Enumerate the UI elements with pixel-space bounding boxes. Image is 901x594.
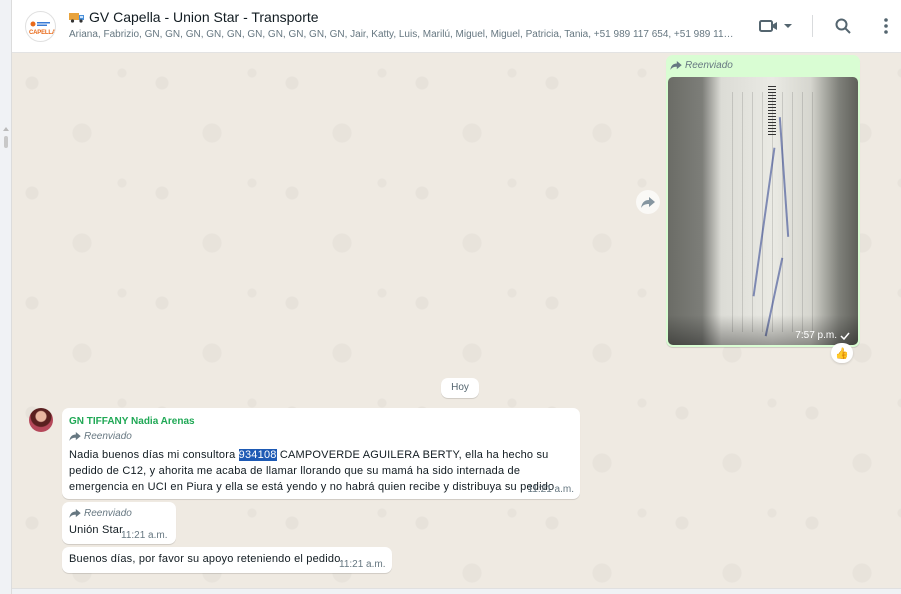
message-text[interactable]: Unión Star <box>69 524 123 536</box>
forwarded-indicator: Reenviado <box>69 431 132 442</box>
truck-icon <box>69 13 84 23</box>
sender-avatar[interactable] <box>29 408 53 432</box>
forwarded-icon <box>69 509 81 518</box>
incoming-message[interactable]: Buenos días, por favor su apoyo retenien… <box>62 547 392 573</box>
header-divider <box>812 15 813 37</box>
search-button[interactable] <box>830 13 856 39</box>
photo-barcode-detail <box>768 85 776 135</box>
participants-list[interactable]: Ariana, Fabrizio, GN, GN, GN, GN, GN, GN… <box>69 29 739 40</box>
menu-icon <box>884 18 888 34</box>
menu-button[interactable] <box>878 13 894 39</box>
forwarded-label: Reenviado <box>685 60 733 71</box>
message-text[interactable]: Nadia buenos días mi consultora 934108 C… <box>69 447 574 495</box>
message-text[interactable]: Buenos días, por favor su apoyo retenien… <box>69 553 344 565</box>
date-divider: Hoy <box>441 378 479 398</box>
incoming-message[interactable]: Reenviado Unión Star 11:21 a.m. <box>62 502 176 544</box>
forwarded-label: Reenviado <box>84 431 132 442</box>
forward-icon <box>641 196 655 208</box>
forwarded-photo[interactable]: 7:57 p.m. <box>668 77 858 345</box>
capella-logo-icon <box>30 21 50 27</box>
forwarded-label: Reenviado <box>84 508 132 519</box>
message-timestamp: 11:21 a.m. <box>527 484 574 495</box>
left-scrollbar[interactable] <box>0 0 12 594</box>
forwarded-indicator: Reenviado <box>69 508 132 519</box>
message-text-start: Nadia buenos días mi consultora <box>69 449 239 461</box>
incoming-message[interactable]: GN TIFFANY Nadia Arenas Reenviado Nadia … <box>62 408 580 499</box>
chat-title-text: GV Capella - Union Star - Transporte <box>89 9 319 25</box>
chat-header[interactable]: CAPELLA GV Capella - Union Star - Transp… <box>12 0 901 53</box>
search-icon <box>835 18 851 34</box>
video-call-button[interactable] <box>758 13 794 39</box>
chat-title[interactable]: GV Capella - Union Star - Transporte <box>69 9 319 25</box>
forward-message-button[interactable] <box>636 190 660 214</box>
outgoing-image-message[interactable]: Reenviado 7:57 p.m. <box>666 55 860 347</box>
group-avatar[interactable]: CAPELLA <box>25 11 56 42</box>
single-check-icon <box>840 332 850 340</box>
reaction-badge[interactable]: 👍 <box>831 343 853 363</box>
selected-text-highlight[interactable]: 934108 <box>238 449 277 461</box>
forwarded-indicator: Reenviado <box>670 60 733 71</box>
message-timestamp: 11:21 a.m. <box>339 559 386 570</box>
sender-name[interactable]: GN TIFFANY Nadia Arenas <box>69 416 195 427</box>
chevron-down-icon <box>784 24 792 28</box>
scrollbar-thumb[interactable] <box>4 136 8 148</box>
message-timestamp: 11:21 a.m. <box>121 530 168 541</box>
forwarded-icon <box>670 61 682 70</box>
video-call-icon <box>759 20 777 32</box>
avatar-label: CAPELLA <box>29 30 56 36</box>
forwarded-icon <box>69 432 81 441</box>
whatsapp-window: CAPELLA GV Capella - Union Star - Transp… <box>0 0 901 594</box>
thumbs-up-reaction-icon: 👍 <box>835 347 849 360</box>
composer-bar[interactable] <box>12 588 901 594</box>
image-time-text: 7:57 p.m. <box>795 330 837 341</box>
scroll-up-arrow-icon[interactable] <box>3 127 9 131</box>
message-list[interactable]: Reenviado 7:57 p.m. 👍 Hoy GN TIFFANY Nad… <box>12 53 901 594</box>
image-timestamp: 7:57 p.m. <box>795 330 850 341</box>
